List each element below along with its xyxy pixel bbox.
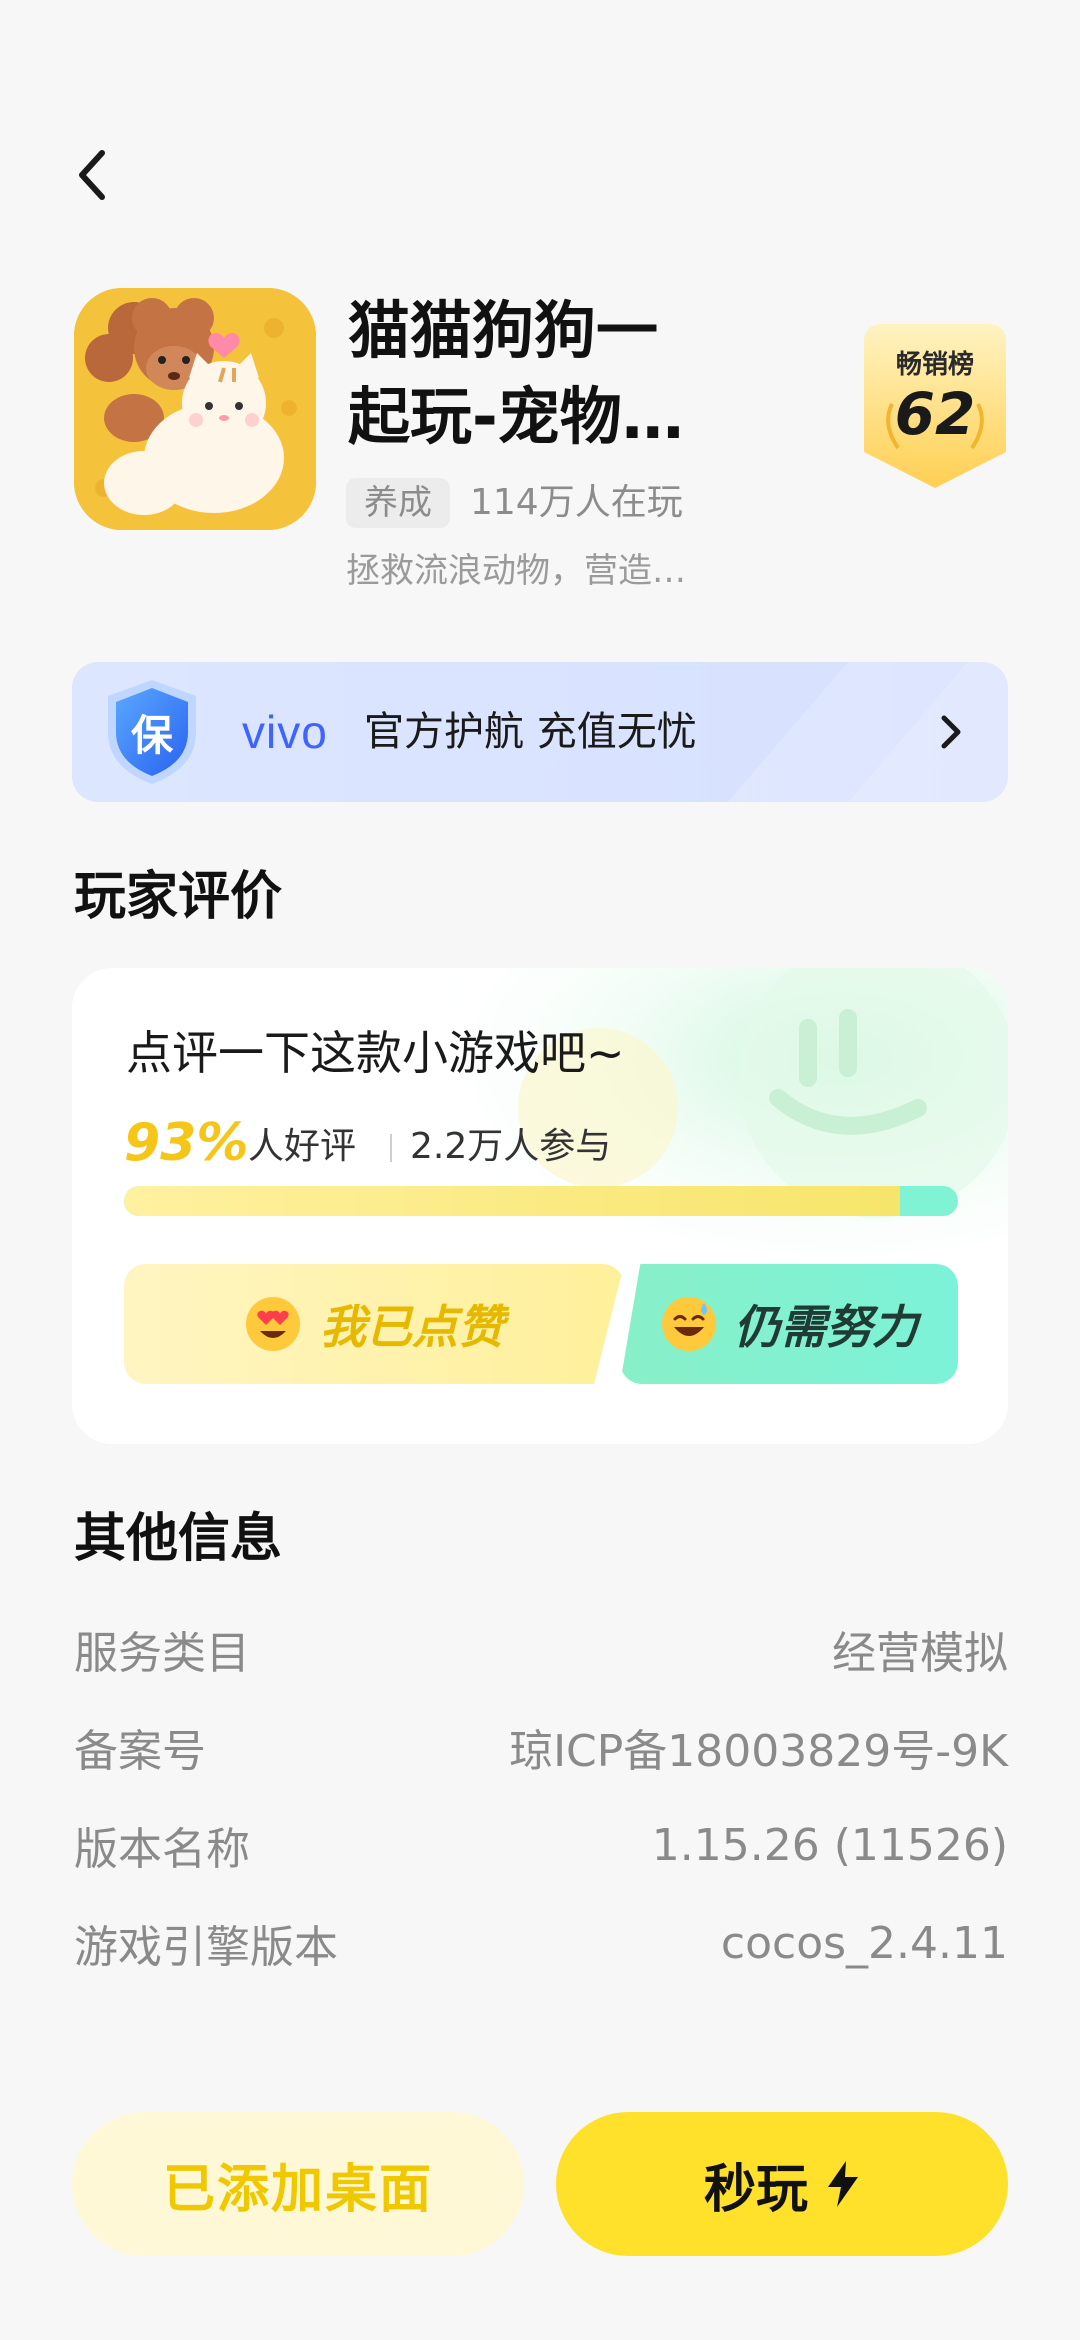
chevron-left-icon: [79, 150, 105, 200]
vivo-brand: vivo: [242, 706, 328, 758]
shield-icon: 保: [98, 676, 206, 788]
app-description: 拯救流浪动物，营造…: [346, 551, 686, 591]
participant-count: 2.2万人参与: [410, 1126, 612, 1167]
info-row-engine: 游戏引擎版本 cocos_2.4.11: [74, 1908, 1008, 1978]
like-label: 我已点赞: [320, 1300, 504, 1354]
bestseller-rank-badge[interactable]: 畅销榜 62: [864, 324, 1006, 488]
back-button[interactable]: [64, 140, 120, 210]
player-count: 114万人在玩: [470, 482, 683, 523]
info-value: cocos_2.4.11: [720, 1917, 1008, 1969]
review-prompt: 点评一下这款小游戏吧~: [126, 1026, 625, 1080]
like-button[interactable]: 我已点赞: [124, 1264, 624, 1384]
lightning-icon: [828, 2161, 858, 2207]
divider: [390, 1134, 392, 1162]
needs-improvement-button[interactable]: 仍需努力: [620, 1264, 958, 1384]
info-row-version: 版本名称 1.15.26 (11526): [74, 1810, 1008, 1880]
app-title-line2: 起玩-宠物…: [348, 380, 684, 453]
needs-improvement-label: 仍需努力: [734, 1300, 918, 1354]
other-info-section-title: 其他信息: [74, 1509, 283, 1569]
banner-text: 官方护航 充值无忧: [364, 709, 697, 755]
app-icon: [74, 288, 316, 530]
positive-label: 人好评: [248, 1126, 357, 1167]
info-label: 备案号: [74, 1726, 206, 1777]
heart-eyes-emoji-icon: [246, 1297, 300, 1351]
rank-label: 畅销榜: [895, 350, 974, 380]
instant-play-button[interactable]: 秒玩: [556, 2112, 1008, 2256]
rank-value: 62: [894, 380, 976, 448]
info-row-icp: 备案号 琼ICP备18003829号-9K: [74, 1712, 1008, 1782]
info-value: 经营模拟: [832, 1628, 1008, 1679]
review-card: 点评一下这款小游戏吧~ 93% 人好评 2.2万人参与 我已点赞 仍需努力: [72, 968, 1008, 1444]
shield-char: 保: [130, 711, 173, 760]
rating-bar: [124, 1186, 958, 1216]
info-value[interactable]: 琼ICP备18003829号-9K: [509, 1715, 1008, 1779]
instant-play-label: 秒玩: [703, 2159, 808, 2220]
info-label: 版本名称: [74, 1824, 250, 1875]
rating-bar-fill: [124, 1186, 900, 1216]
vivo-protection-banner[interactable]: 保 vivo 官方护航 充值无忧: [72, 662, 1008, 802]
info-label: 游戏引擎版本: [74, 1922, 338, 1973]
added-to-desktop-button[interactable]: 已添加桌面: [72, 2112, 524, 2256]
grinning-sweat-emoji-icon: [662, 1297, 716, 1351]
category-tag: 养成: [346, 478, 450, 528]
info-row-service-category: 服务类目 经营模拟: [74, 1614, 1008, 1684]
info-label: 服务类目: [74, 1628, 250, 1679]
app-title-line1: 猫猫狗狗一: [348, 294, 659, 367]
reviews-section-title: 玩家评价: [74, 867, 283, 927]
info-value: 1.15.26 (11526): [651, 1819, 1008, 1871]
chevron-right-icon: [936, 706, 966, 758]
app-title: 猫猫狗狗一 起玩-宠物…: [348, 288, 778, 460]
positive-percent: 93%: [124, 1113, 249, 1173]
